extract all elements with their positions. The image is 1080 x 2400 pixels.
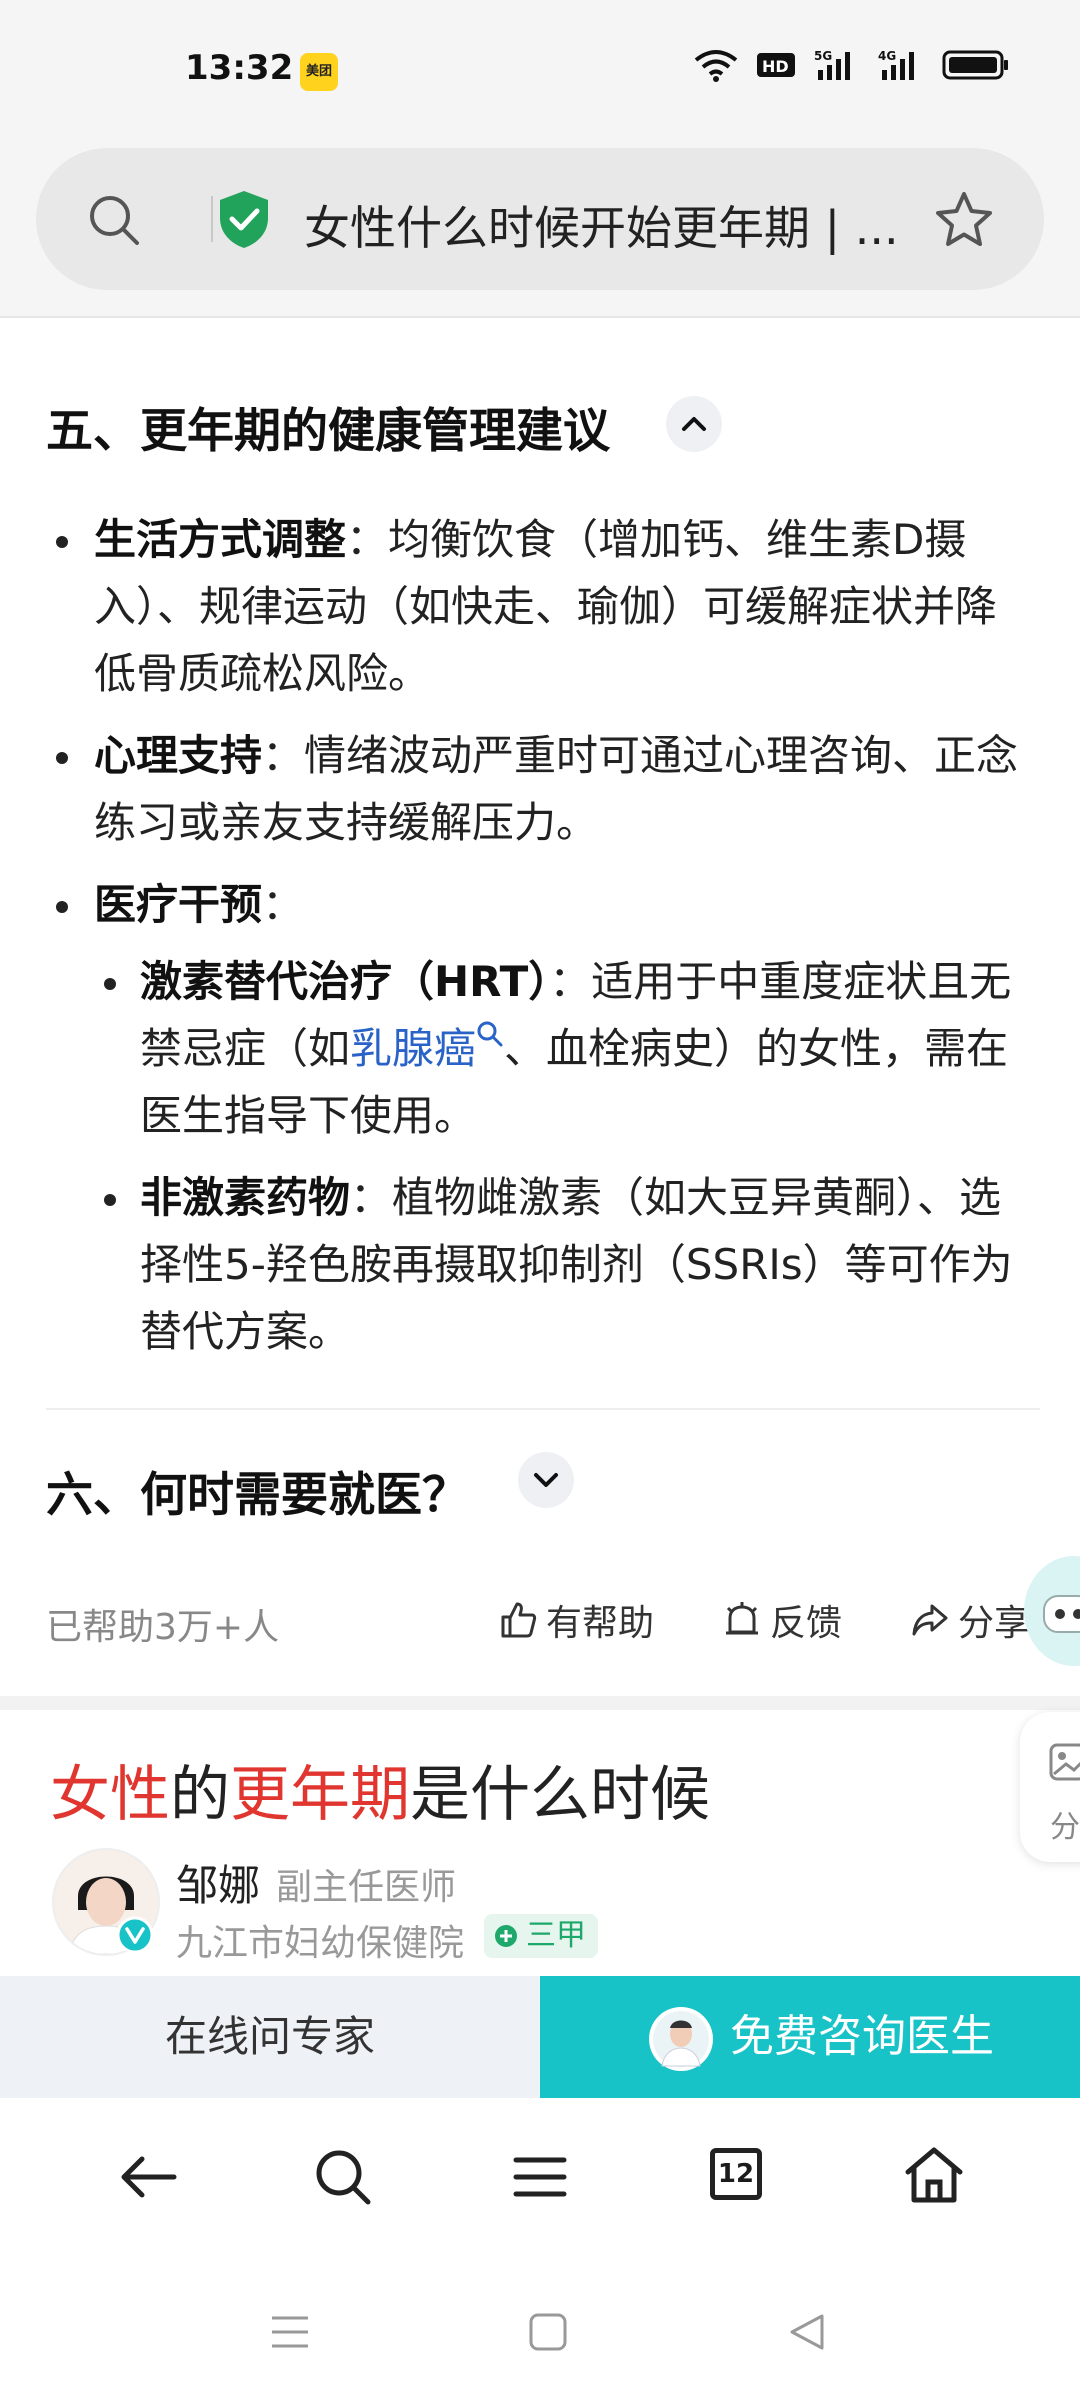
- list-item-title: 激素替代治疗（HRT）: [140, 957, 550, 1006]
- robot-icon: [1043, 1595, 1080, 1633]
- hospital-grade-label: 三甲: [526, 1918, 586, 1953]
- side-share-label: 分: [1050, 1810, 1080, 1845]
- ask-expert-button[interactable]: 在线问专家: [0, 1976, 540, 2098]
- recents-icon[interactable]: [270, 2312, 310, 2352]
- list-item-text: ：: [262, 880, 305, 929]
- status-time: 13:32: [185, 48, 294, 88]
- doctor-hospital: 九江市妇幼保健院: [176, 1923, 465, 1964]
- side-share-button[interactable]: 分: [1020, 1712, 1080, 1862]
- list-item: 激素替代治疗（HRT）：适用于中重度症状且无禁忌症（如乳腺癌 、血栓病史）的女性，…: [92, 948, 1032, 1149]
- share-button[interactable]: 分享: [910, 1594, 1030, 1646]
- browser-bottom-nav: 12: [0, 2098, 1080, 2278]
- list-item-title: 非激素药物: [140, 1173, 351, 1222]
- title-highlight: 更年期: [230, 1760, 410, 1830]
- signal-4g-icon: 4G: [878, 49, 914, 80]
- medical-intervention-sublist: 激素替代治疗（HRT）：适用于中重度症状且无禁忌症（如乳腺癌 、血栓病史）的女性，…: [92, 948, 1032, 1365]
- helpful-label: 有帮助: [546, 1603, 655, 1644]
- article-card-title[interactable]: 女性的更年期是什么时候: [50, 1746, 710, 1833]
- feedback-label: 反馈: [770, 1603, 843, 1644]
- status-icons: HD 5G 4G: [694, 48, 1010, 82]
- ai-assistant-button[interactable]: [1024, 1556, 1080, 1666]
- wifi-icon: [694, 50, 738, 82]
- home-icon[interactable]: [902, 2144, 966, 2206]
- search-nav-icon[interactable]: [312, 2146, 374, 2208]
- list-item: 心理支持：情绪波动严重时可通过心理咨询、正念练习或亲友支持缓解压力。: [46, 722, 1036, 856]
- feedback-icon: [726, 1602, 758, 1635]
- meituan-badge-icon: 美团: [300, 53, 338, 91]
- address-divider: [211, 196, 213, 242]
- back-nav-icon[interactable]: [786, 2312, 826, 2352]
- section-heading-when-to-see-doctor: 六、何时需要就医？: [46, 1468, 469, 1523]
- doctor-avatar-icon: [649, 2007, 713, 2071]
- free-consult-label: 免费咨询医生: [730, 2011, 994, 2062]
- title-text: 是什么时候: [410, 1760, 710, 1830]
- list-item: 生活方式调整：均衡饮食（增加钙、维生素D摄入）、规律运动（如快走、瑜伽）可缓解症…: [46, 506, 1036, 707]
- expand-button[interactable]: [518, 1452, 574, 1508]
- image-share-icon: [1049, 1743, 1080, 1781]
- system-nav-bar: [0, 2278, 1080, 2400]
- doctor-name: 邹娜: [176, 1861, 261, 1910]
- helped-count: 已帮助3万+人: [46, 1607, 280, 1648]
- chevron-down-icon: [534, 1473, 558, 1487]
- free-consult-button[interactable]: 免费咨询医生: [540, 1976, 1080, 2098]
- shield-check-icon: [220, 191, 268, 248]
- verified-badge-icon: [116, 1916, 154, 1954]
- back-arrow-icon[interactable]: [116, 2152, 180, 2202]
- page-title[interactable]: 女性什么时候开始更年期 | ...: [304, 192, 944, 258]
- hd-icon: HD: [757, 53, 795, 77]
- list-item-title: 医疗干预: [94, 880, 263, 929]
- chevron-up-icon: [682, 417, 706, 431]
- list-item: 非激素药物：植物雌激素（如大豆异黄酮）、选择性5-羟色胺再摄取抑制剂（SSRIs…: [92, 1164, 1032, 1365]
- svg-text:HD: HD: [762, 57, 789, 76]
- search-link-icon[interactable]: [476, 1020, 504, 1048]
- list-item: 医疗干预：: [46, 871, 1036, 938]
- section-heading-health-management: 五、更年期的健康管理建议: [46, 404, 610, 459]
- search-icon[interactable]: [86, 192, 142, 248]
- tabs-button[interactable]: 12: [710, 2148, 762, 2200]
- section-gap: [0, 1696, 1080, 1710]
- section-divider: [46, 1408, 1040, 1410]
- share-label: 分享: [958, 1603, 1031, 1644]
- svg-text:5G: 5G: [814, 49, 832, 63]
- signal-5g-icon: 5G: [814, 49, 850, 80]
- health-advice-list: 生活方式调整：均衡饮食（增加钙、维生素D摄入）、规律运动（如快走、瑜伽）可缓解症…: [46, 506, 1036, 938]
- battery-icon: [942, 50, 1008, 80]
- title-text: 的: [170, 1760, 230, 1830]
- breast-cancer-link[interactable]: 乳腺癌: [350, 1024, 476, 1073]
- thumbs-up-icon: [501, 1602, 537, 1638]
- title-highlight: 女性: [50, 1760, 170, 1830]
- list-item-title: 生活方式调整: [94, 515, 347, 564]
- list-item-title: 心理支持: [94, 731, 263, 780]
- address-bar[interactable]: 女性什么时候开始更年期 | ...: [36, 148, 1044, 290]
- status-bar: 13:32 美团 HD 5G 4G: [0, 0, 1080, 140]
- star-bookmark-icon[interactable]: [934, 190, 994, 248]
- browser-toolbar: 女性什么时候开始更年期 | ...: [0, 140, 1080, 318]
- menu-icon[interactable]: [510, 2152, 570, 2202]
- plus-shield-icon: [495, 1925, 517, 1947]
- feedback-button[interactable]: 反馈: [722, 1594, 842, 1646]
- svg-text:4G: 4G: [878, 49, 896, 63]
- share-icon: [912, 1604, 948, 1636]
- helpful-button[interactable]: 有帮助: [498, 1594, 654, 1646]
- doctor-title: 副主任医师: [276, 1867, 457, 1908]
- home-nav-icon[interactable]: [528, 2312, 568, 2352]
- hospital-grade-badge: 三甲: [484, 1914, 598, 1958]
- collapse-button[interactable]: [666, 396, 722, 452]
